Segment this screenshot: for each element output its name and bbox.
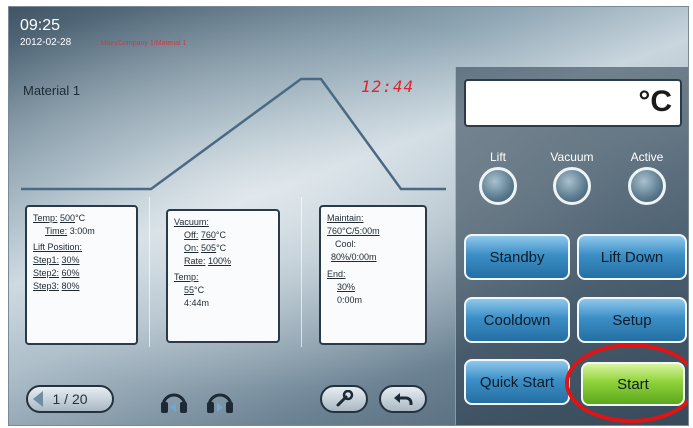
clock-date: 2012-02-28 xyxy=(20,37,72,48)
vacuum-rate-label: Rate: xyxy=(184,256,206,266)
lift-down-button[interactable]: Lift Down xyxy=(577,234,687,280)
temperature-profile-graph xyxy=(21,77,446,191)
page-indicator-button[interactable]: 1 / 20 xyxy=(26,385,114,413)
profile-line xyxy=(21,77,446,191)
step1-value: 30% xyxy=(61,255,80,265)
headset-left-icon[interactable] xyxy=(159,388,189,414)
lift-position-label: Lift Position: xyxy=(33,242,83,252)
previous-arrow-icon[interactable] xyxy=(33,391,43,407)
lift-indicator-light xyxy=(479,167,517,205)
vacuum-temp-label: Temp: xyxy=(174,272,199,282)
vacuum-temp-value: 55 xyxy=(184,285,195,295)
temp-label: Temp: xyxy=(33,213,58,223)
divider xyxy=(149,197,150,347)
cooldown-button[interactable]: Cooldown xyxy=(464,297,570,343)
temp-value: 500 xyxy=(60,213,76,223)
vacuum-rate-value: 100% xyxy=(208,256,232,266)
unit: °C xyxy=(216,243,227,253)
device-screen: 09:25 2012-02-28 :: Main/Company 1/Mater… xyxy=(8,6,689,426)
settings-button[interactable] xyxy=(320,385,368,413)
unit: °C xyxy=(215,230,226,240)
temp-time-box[interactable]: Temp: 500°C Time: 3:00m Lift Position: S… xyxy=(25,205,138,345)
vacuum-on-label: On: xyxy=(184,243,199,253)
page-indicator-label: 1 / 20 xyxy=(52,391,88,407)
maintain-box[interactable]: Maintain: 760°C/5:00m Cool: 80%/0:00m En… xyxy=(319,205,427,345)
vacuum-box[interactable]: Vacuum: Off: 760°C On: 505°C Rate: 100% … xyxy=(166,209,280,343)
temperature-unit: °C xyxy=(638,85,672,118)
step2-label: Step2: xyxy=(33,268,60,278)
breadcrumb[interactable]: :: Main/Company 1/Material 1 xyxy=(95,39,186,49)
divider xyxy=(301,197,302,347)
step2-value: 60% xyxy=(61,268,80,278)
end-label: End: xyxy=(327,269,346,279)
lift-indicator-label: Lift xyxy=(489,150,506,164)
step3-label: Step3: xyxy=(33,281,60,291)
highlight-circle xyxy=(565,343,688,423)
unit: °C xyxy=(194,285,205,295)
vacuum-off-label: Off: xyxy=(184,230,199,240)
active-indicator-light xyxy=(628,167,666,205)
end-value: 30% xyxy=(337,282,356,292)
vacuum-label: Vacuum: xyxy=(174,217,209,227)
end-time: 0:00m xyxy=(337,295,363,305)
vacuum-off-value: 760 xyxy=(200,230,216,240)
vacuum-time-value: 4:44m xyxy=(184,298,210,308)
maintain-value: 760°C/5:00m xyxy=(327,226,380,236)
time-value: 3:00m xyxy=(69,226,95,236)
cool-label: Cool: xyxy=(335,239,357,249)
setup-button[interactable]: Setup xyxy=(577,297,687,343)
vacuum-on-value: 505 xyxy=(201,243,217,253)
clock-time: 09:25 xyxy=(20,17,61,34)
vacuum-indicator-light xyxy=(553,167,591,205)
cool-value: 80%/0:00m xyxy=(331,252,377,262)
temp-unit: °C xyxy=(75,213,86,223)
active-indicator-label: Active xyxy=(630,150,664,164)
time-label: Time: xyxy=(45,226,68,236)
step1-label: Step1: xyxy=(33,255,60,265)
back-button[interactable] xyxy=(379,385,427,413)
wrench-icon xyxy=(336,390,354,407)
temperature-display: °C xyxy=(464,79,682,127)
back-arrow-icon xyxy=(394,393,413,405)
quick-start-button[interactable]: Quick Start xyxy=(464,359,570,405)
vacuum-indicator-label: Vacuum xyxy=(550,150,594,164)
maintain-label: Maintain: xyxy=(327,213,364,223)
standby-button[interactable]: Standby xyxy=(464,234,570,280)
step3-value: 80% xyxy=(61,281,80,291)
headset-right-icon[interactable] xyxy=(205,388,235,414)
